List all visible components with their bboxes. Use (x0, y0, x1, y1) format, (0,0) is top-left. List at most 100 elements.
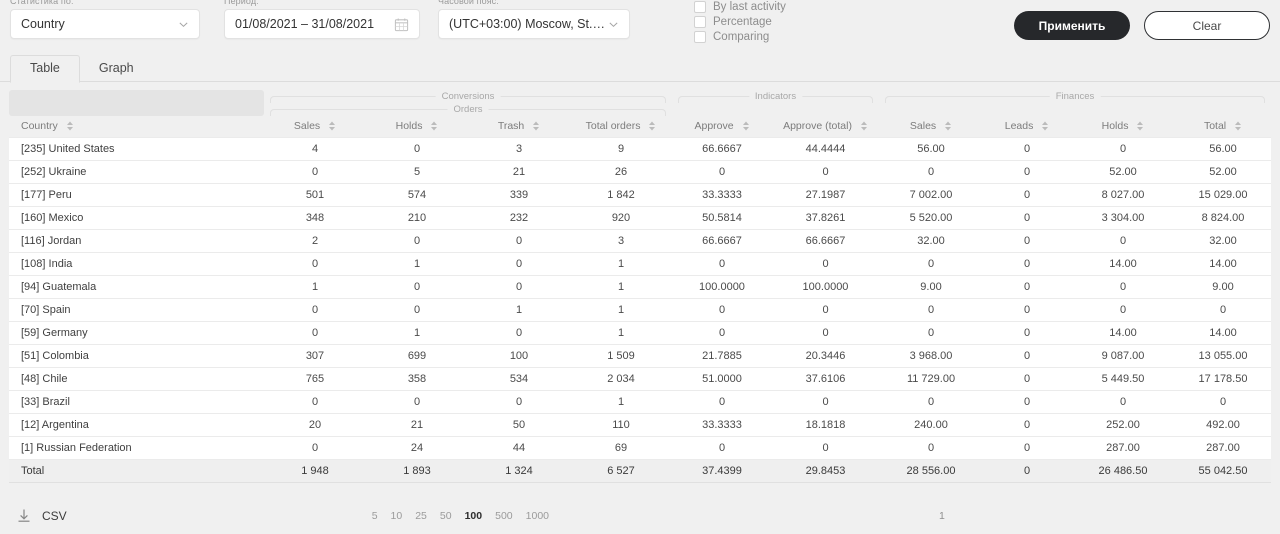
csv-export-button[interactable]: CSV (16, 508, 67, 524)
timezone-value: (UTC+03:00) Moscow, St. Petersb… (449, 17, 608, 31)
checkbox-box[interactable] (694, 16, 706, 28)
row-value-cell: 0 (672, 391, 772, 414)
sort-icon[interactable] (1234, 120, 1242, 132)
table-row[interactable]: [108] India0101000014.0014.00 (9, 253, 1271, 276)
row-value-cell: 0 (983, 345, 1071, 368)
sort-icon[interactable] (742, 120, 750, 132)
page-size-option-500[interactable]: 500 (495, 510, 513, 522)
row-value-cell: 37.8261 (772, 207, 879, 230)
row-value-cell: 0 (1071, 276, 1175, 299)
page-size-option-1000[interactable]: 1000 (526, 510, 549, 522)
page-size-option-5[interactable]: 5 (372, 510, 378, 522)
table-row[interactable]: [70] Spain0011000000 (9, 299, 1271, 322)
timezone-field: Часовой пояс: (UTC+03:00) Moscow, St. Pe… (438, 0, 630, 39)
row-value-cell: 0 (772, 161, 879, 184)
checkbox-percentage[interactable]: Percentage (694, 15, 786, 28)
page-size-option-25[interactable]: 25 (415, 510, 427, 522)
column-header-trash[interactable]: Trash (468, 116, 570, 138)
table-row[interactable]: [12] Argentina20215011033.333318.1818240… (9, 414, 1271, 437)
checkbox-box[interactable] (694, 1, 706, 13)
tab-table[interactable]: Table (10, 55, 80, 83)
table-row[interactable]: [1] Russian Federation02444690000287.002… (9, 437, 1271, 460)
row-country-cell: [33] Brazil (9, 391, 264, 414)
page-size-option-10[interactable]: 10 (391, 510, 403, 522)
page-size-option-100[interactable]: 100 (465, 510, 483, 522)
row-value-cell: 3 968.00 (879, 345, 983, 368)
column-header-fin-sales[interactable]: Sales (879, 116, 983, 138)
period-daterange-input[interactable]: 01/08/2021 – 31/08/2021 (224, 9, 420, 39)
sort-icon[interactable] (66, 120, 74, 132)
row-value-cell: 0 (879, 253, 983, 276)
row-value-cell: 358 (366, 368, 468, 391)
timezone-select[interactable]: (UTC+03:00) Moscow, St. Petersb… (438, 9, 630, 39)
column-label: Approve (total) (783, 120, 852, 132)
table-row[interactable]: [51] Colombia3076991001 50921.788520.344… (9, 345, 1271, 368)
sort-icon[interactable] (944, 120, 952, 132)
table-row[interactable]: [177] Peru5015743391 84233.333327.19877 … (9, 184, 1271, 207)
row-value-cell: 0 (264, 161, 366, 184)
column-header-leads[interactable]: Leads (983, 116, 1071, 138)
tab-graph[interactable]: Graph (80, 56, 153, 82)
table-row[interactable]: [59] Germany0101000014.0014.00 (9, 322, 1271, 345)
table-row[interactable]: [116] Jordan200366.666766.666732.000032.… (9, 230, 1271, 253)
sort-icon[interactable] (328, 120, 336, 132)
column-header-row: Country Sales Holds (9, 116, 1271, 138)
column-header-approve[interactable]: Approve (672, 116, 772, 138)
table-row[interactable]: [48] Chile7653585342 03451.000037.610611… (9, 368, 1271, 391)
row-value-cell: 0 (983, 207, 1071, 230)
stat-by-field: Статистика по: Country (10, 0, 200, 39)
table-row[interactable]: [252] Ukraine052126000052.0052.00 (9, 161, 1271, 184)
sort-icon[interactable] (648, 120, 656, 132)
period-value: 01/08/2021 – 31/08/2021 (235, 17, 374, 31)
column-header-fin-holds[interactable]: Holds (1071, 116, 1175, 138)
checkbox-box[interactable] (694, 31, 706, 43)
stat-by-select[interactable]: Country (10, 9, 200, 39)
table-row[interactable]: [160] Mexico34821023292050.581437.82615 … (9, 207, 1271, 230)
sort-icon[interactable] (1136, 120, 1144, 132)
sort-icon[interactable] (1041, 120, 1049, 132)
options-checkbox-group: By last activity Percentage Comparing (694, 0, 786, 43)
page-size-option-50[interactable]: 50 (440, 510, 452, 522)
total-value-cell: 1 948 (264, 460, 366, 483)
row-value-cell: 66.6667 (772, 230, 879, 253)
row-value-cell: 0 (672, 253, 772, 276)
view-tabs: Table Graph (0, 54, 1280, 82)
row-value-cell: 240.00 (879, 414, 983, 437)
row-value-cell: 3 (468, 138, 570, 161)
checkbox-by-last-activity[interactable]: By last activity (694, 0, 786, 13)
total-value-cell: 1 324 (468, 460, 570, 483)
row-value-cell: 0 (468, 276, 570, 299)
column-label: Holds (396, 120, 423, 132)
row-value-cell: 51.0000 (672, 368, 772, 391)
column-header-conv-sales[interactable]: Sales (264, 116, 366, 138)
column-header-conv-holds[interactable]: Holds (366, 116, 468, 138)
row-value-cell: 0 (672, 161, 772, 184)
row-value-cell: 4 (264, 138, 366, 161)
row-value-cell: 699 (366, 345, 468, 368)
stat-by-value: Country (21, 17, 65, 31)
row-value-cell: 1 (570, 299, 672, 322)
column-header-total-orders[interactable]: Total orders (570, 116, 672, 138)
sort-icon[interactable] (532, 120, 540, 132)
column-label: Holds (1102, 120, 1129, 132)
column-header-total[interactable]: Total (1175, 116, 1271, 138)
clear-button[interactable]: Clear (1144, 11, 1270, 40)
table-row[interactable]: [33] Brazil0001000000 (9, 391, 1271, 414)
row-value-cell: 44 (468, 437, 570, 460)
sort-icon[interactable] (860, 120, 868, 132)
row-value-cell: 0 (879, 391, 983, 414)
pagination-page-1[interactable]: 1 (939, 510, 945, 522)
table-row[interactable]: [235] United States403966.666744.444456.… (9, 138, 1271, 161)
row-value-cell: 18.1818 (772, 414, 879, 437)
table-row[interactable]: [94] Guatemala1001100.0000100.00009.0000… (9, 276, 1271, 299)
row-value-cell: 0 (468, 253, 570, 276)
column-header-approve-total[interactable]: Approve (total) (772, 116, 879, 138)
checkbox-label: Comparing (713, 31, 769, 43)
apply-button[interactable]: Применить (1014, 11, 1130, 40)
calendar-icon[interactable] (394, 17, 409, 32)
row-value-cell: 3 304.00 (1071, 207, 1175, 230)
column-header-country[interactable]: Country (9, 116, 264, 138)
checkbox-comparing[interactable]: Comparing (694, 30, 786, 43)
row-value-cell: 0 (983, 299, 1071, 322)
sort-icon[interactable] (430, 120, 438, 132)
